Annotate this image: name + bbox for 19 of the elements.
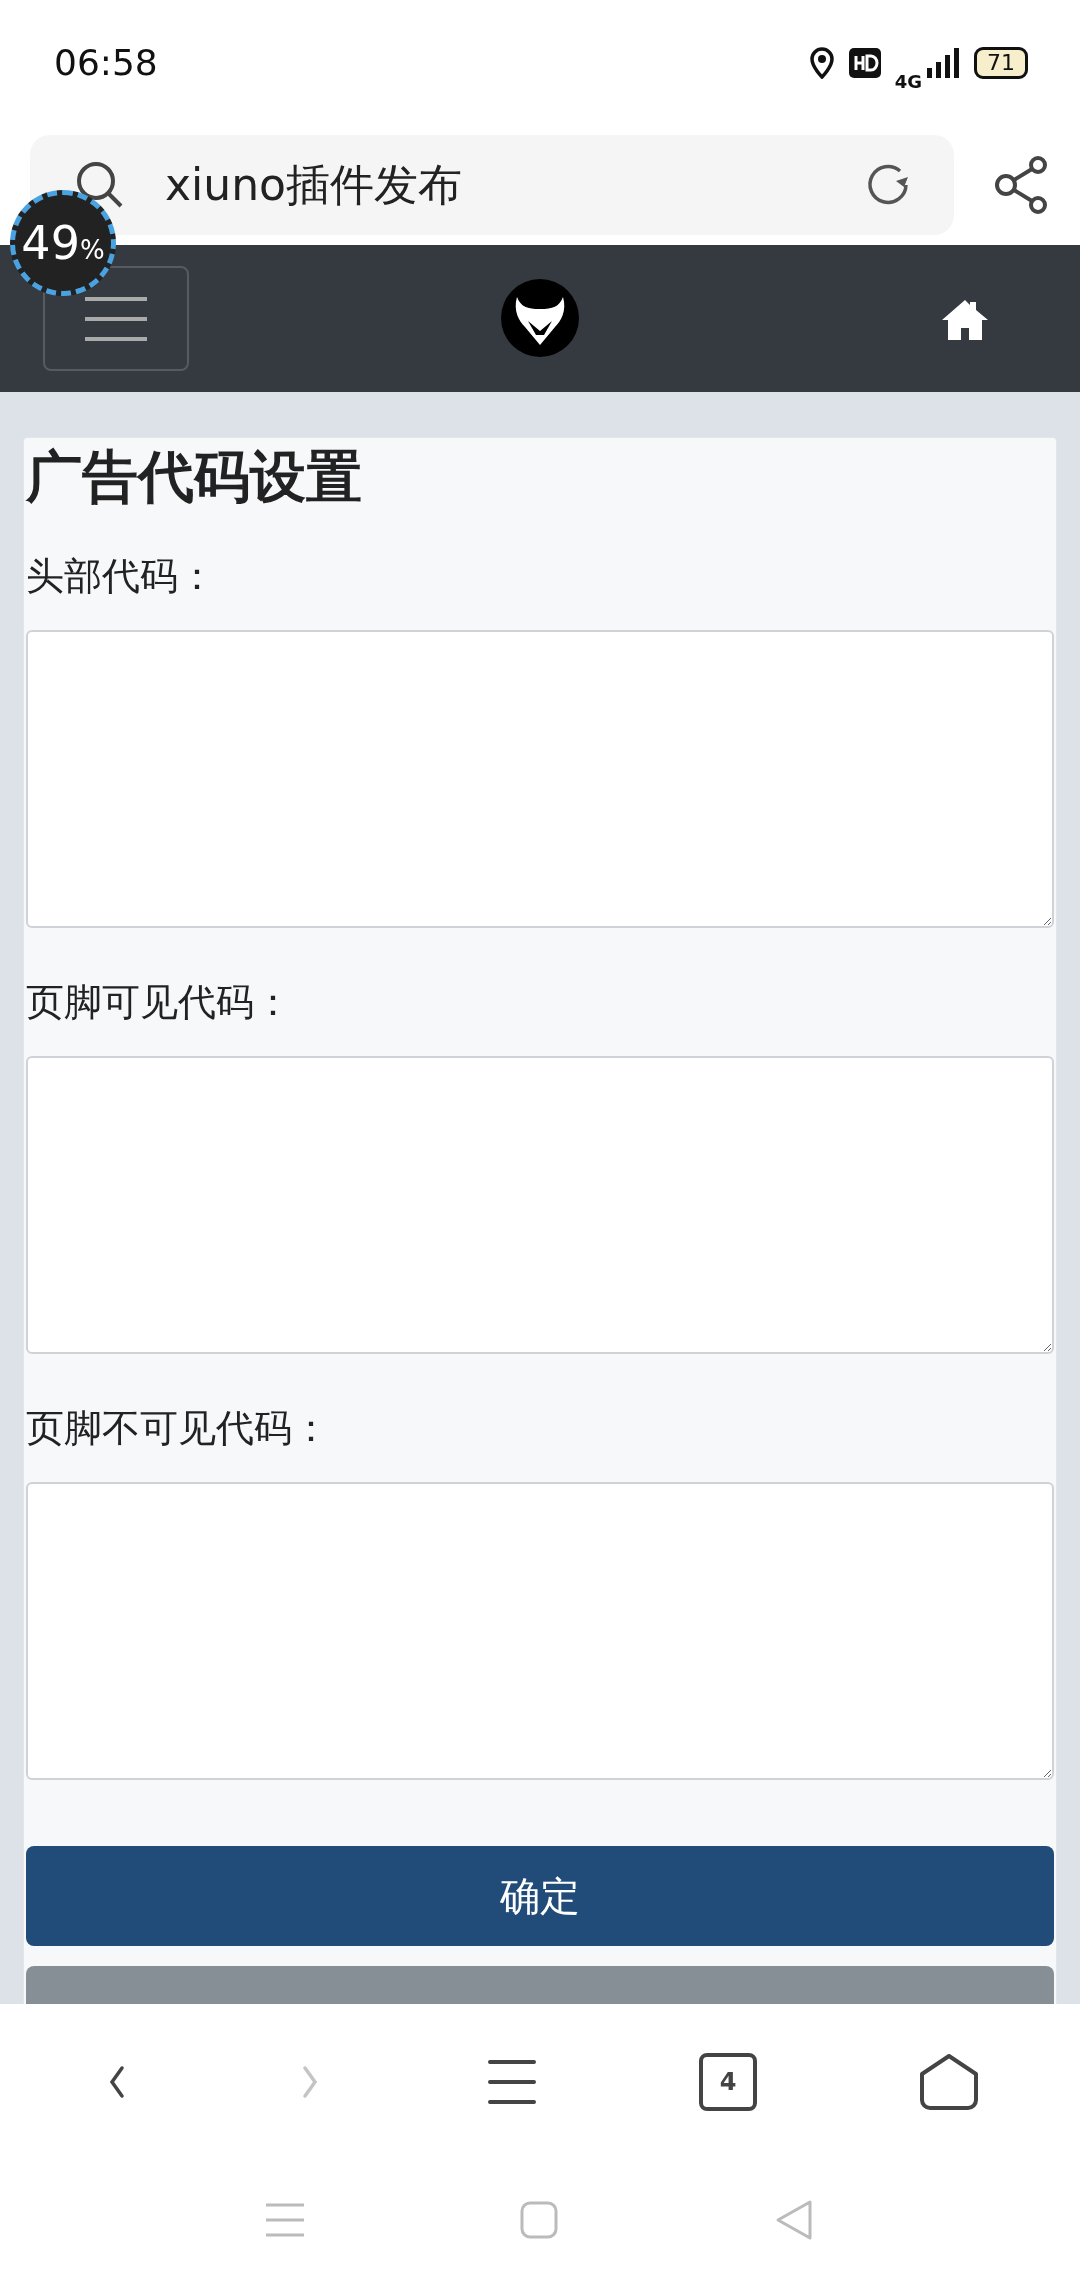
status-time: 06:58 bbox=[54, 42, 158, 83]
search-icon bbox=[75, 160, 125, 210]
menu-icon bbox=[85, 296, 147, 341]
menu-icon[interactable] bbox=[487, 2059, 536, 2105]
tab-count-button[interactable]: 4 bbox=[699, 2053, 758, 2111]
home-icon[interactable] bbox=[920, 2054, 979, 2110]
home-icon[interactable] bbox=[940, 297, 990, 340]
page-title: 广告代码设置 bbox=[26, 443, 363, 511]
share-icon[interactable] bbox=[994, 155, 1050, 215]
field-label: 页脚可见代码： bbox=[26, 979, 293, 1026]
confirm-button[interactable]: 确定 bbox=[26, 1846, 1054, 1946]
field-label: 页脚不可见代码： bbox=[26, 1405, 331, 1452]
battery-indicator: 71 bbox=[974, 46, 1028, 79]
network-label: 4G bbox=[894, 71, 922, 92]
field-label: 头部代码： bbox=[26, 553, 217, 600]
hd-icon bbox=[848, 47, 881, 78]
location-icon bbox=[808, 46, 835, 79]
signal-icon bbox=[926, 45, 960, 80]
logo-icon[interactable] bbox=[501, 279, 579, 357]
